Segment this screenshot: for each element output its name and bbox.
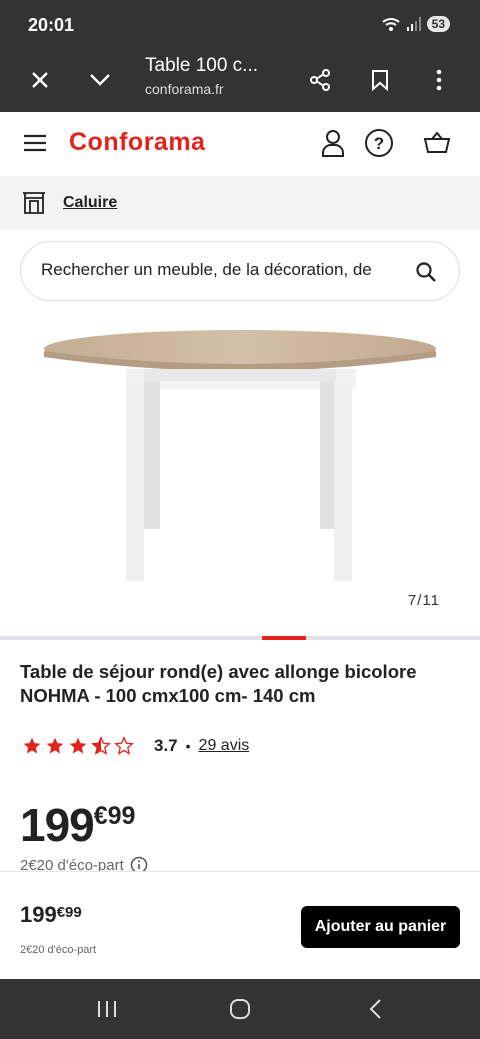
rating-stars bbox=[22, 736, 134, 756]
system-nav-bar bbox=[0, 979, 480, 1039]
price-integer: 199 bbox=[20, 799, 95, 851]
product-rating: 3.7 • 29 avis bbox=[22, 736, 249, 756]
sticky-cart-bar: 199€99 2€20 d'éco-part Ajouter au panier bbox=[0, 871, 480, 979]
clock: 20:01 bbox=[28, 15, 75, 35]
close-icon[interactable] bbox=[22, 62, 58, 98]
search-icon[interactable] bbox=[415, 261, 437, 288]
bookmark-icon[interactable] bbox=[362, 62, 398, 98]
cart-icon[interactable] bbox=[420, 126, 454, 160]
browser-toolbar: Table 100 c... conforama.fr bbox=[0, 50, 480, 112]
rating-separator: • bbox=[185, 738, 191, 754]
sticky-eco-part: 2€20 d'éco-part bbox=[20, 944, 97, 956]
sticky-price: 199€99 bbox=[20, 902, 82, 928]
gallery-progress bbox=[0, 636, 480, 640]
store-selector[interactable]: Caluire bbox=[0, 176, 480, 230]
hamburger-menu-icon[interactable] bbox=[18, 126, 52, 160]
star-full-icon bbox=[23, 737, 41, 754]
product-price: 199€99 bbox=[20, 798, 135, 852]
sticky-price-decimal: €99 bbox=[56, 904, 82, 921]
star-full-icon bbox=[69, 737, 87, 754]
product-image[interactable] bbox=[0, 315, 480, 615]
table-illustration bbox=[44, 330, 436, 581]
wifi-icon bbox=[381, 18, 400, 31]
site-header: Conforama ? bbox=[0, 112, 480, 176]
account-icon[interactable] bbox=[316, 126, 350, 160]
store-icon bbox=[23, 192, 45, 214]
search-input[interactable] bbox=[41, 260, 401, 280]
star-empty-icon bbox=[114, 736, 134, 755]
store-name[interactable]: Caluire bbox=[63, 194, 117, 212]
gallery-progress-fill bbox=[262, 636, 306, 640]
signal-icon bbox=[406, 17, 421, 31]
product-title: Table de séjour rond(e) avec allonge bic… bbox=[20, 661, 417, 706]
back-icon[interactable] bbox=[358, 995, 392, 1023]
home-icon[interactable] bbox=[223, 995, 257, 1023]
recent-apps-icon[interactable] bbox=[90, 995, 124, 1023]
tab-title[interactable]: Table 100 c... bbox=[145, 55, 258, 77]
sticky-price-integer: 199 bbox=[20, 902, 57, 927]
site-logo[interactable]: Conforama bbox=[69, 128, 205, 157]
battery-indicator: 53 bbox=[426, 16, 450, 32]
star-half-icon bbox=[91, 736, 111, 755]
rating-value: 3.7 bbox=[154, 736, 178, 755]
svg-text:?: ? bbox=[374, 134, 384, 153]
help-icon[interactable]: ? bbox=[362, 126, 396, 160]
price-decimal: €99 bbox=[93, 802, 136, 830]
search-bar[interactable] bbox=[20, 241, 460, 301]
add-to-cart-button[interactable]: Ajouter au panier bbox=[301, 906, 460, 948]
status-bar: 20:01 53 bbox=[0, 0, 480, 50]
reviews-link[interactable]: 29 avis bbox=[199, 737, 250, 755]
star-full-icon bbox=[46, 737, 64, 754]
more-vert-icon[interactable] bbox=[421, 62, 457, 98]
page-url[interactable]: conforama.fr bbox=[145, 81, 224, 97]
image-counter: 7/11 bbox=[407, 592, 440, 609]
system-icons: 53 bbox=[381, 16, 450, 32]
share-icon[interactable] bbox=[302, 62, 338, 98]
chevron-down-icon[interactable] bbox=[82, 62, 118, 98]
